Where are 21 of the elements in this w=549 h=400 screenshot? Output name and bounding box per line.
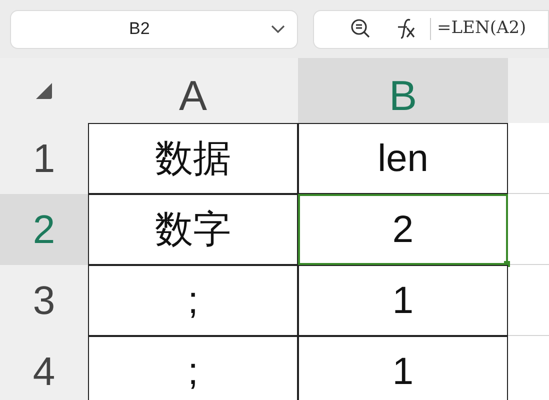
table-cell[interactable]: ;: [88, 336, 298, 400]
formula-text: =LEN(A2): [437, 17, 526, 40]
chevron-down-icon: [271, 24, 285, 34]
table-cell[interactable]: [508, 123, 549, 194]
table-cell[interactable]: len: [298, 123, 508, 194]
table-cell[interactable]: 数字: [88, 194, 298, 265]
table-cell[interactable]: 1: [298, 265, 508, 336]
table-cell[interactable]: [508, 336, 549, 400]
table-cell[interactable]: ;: [88, 265, 298, 336]
table-cell[interactable]: 数据: [88, 123, 298, 194]
zoom-icon[interactable]: [350, 18, 372, 40]
select-all-icon[interactable]: [34, 80, 54, 100]
row-header[interactable]: 2: [0, 194, 88, 265]
column-header[interactable]: B: [298, 58, 508, 123]
cell-reference: B2: [129, 18, 150, 40]
table-cell[interactable]: 1: [298, 336, 508, 400]
name-box[interactable]: B2: [10, 10, 298, 48]
table-cell[interactable]: [508, 194, 549, 265]
table-cell[interactable]: [508, 265, 549, 336]
table-cell[interactable]: 2: [298, 194, 508, 265]
formula-bar[interactable]: =LEN(A2): [313, 10, 549, 48]
